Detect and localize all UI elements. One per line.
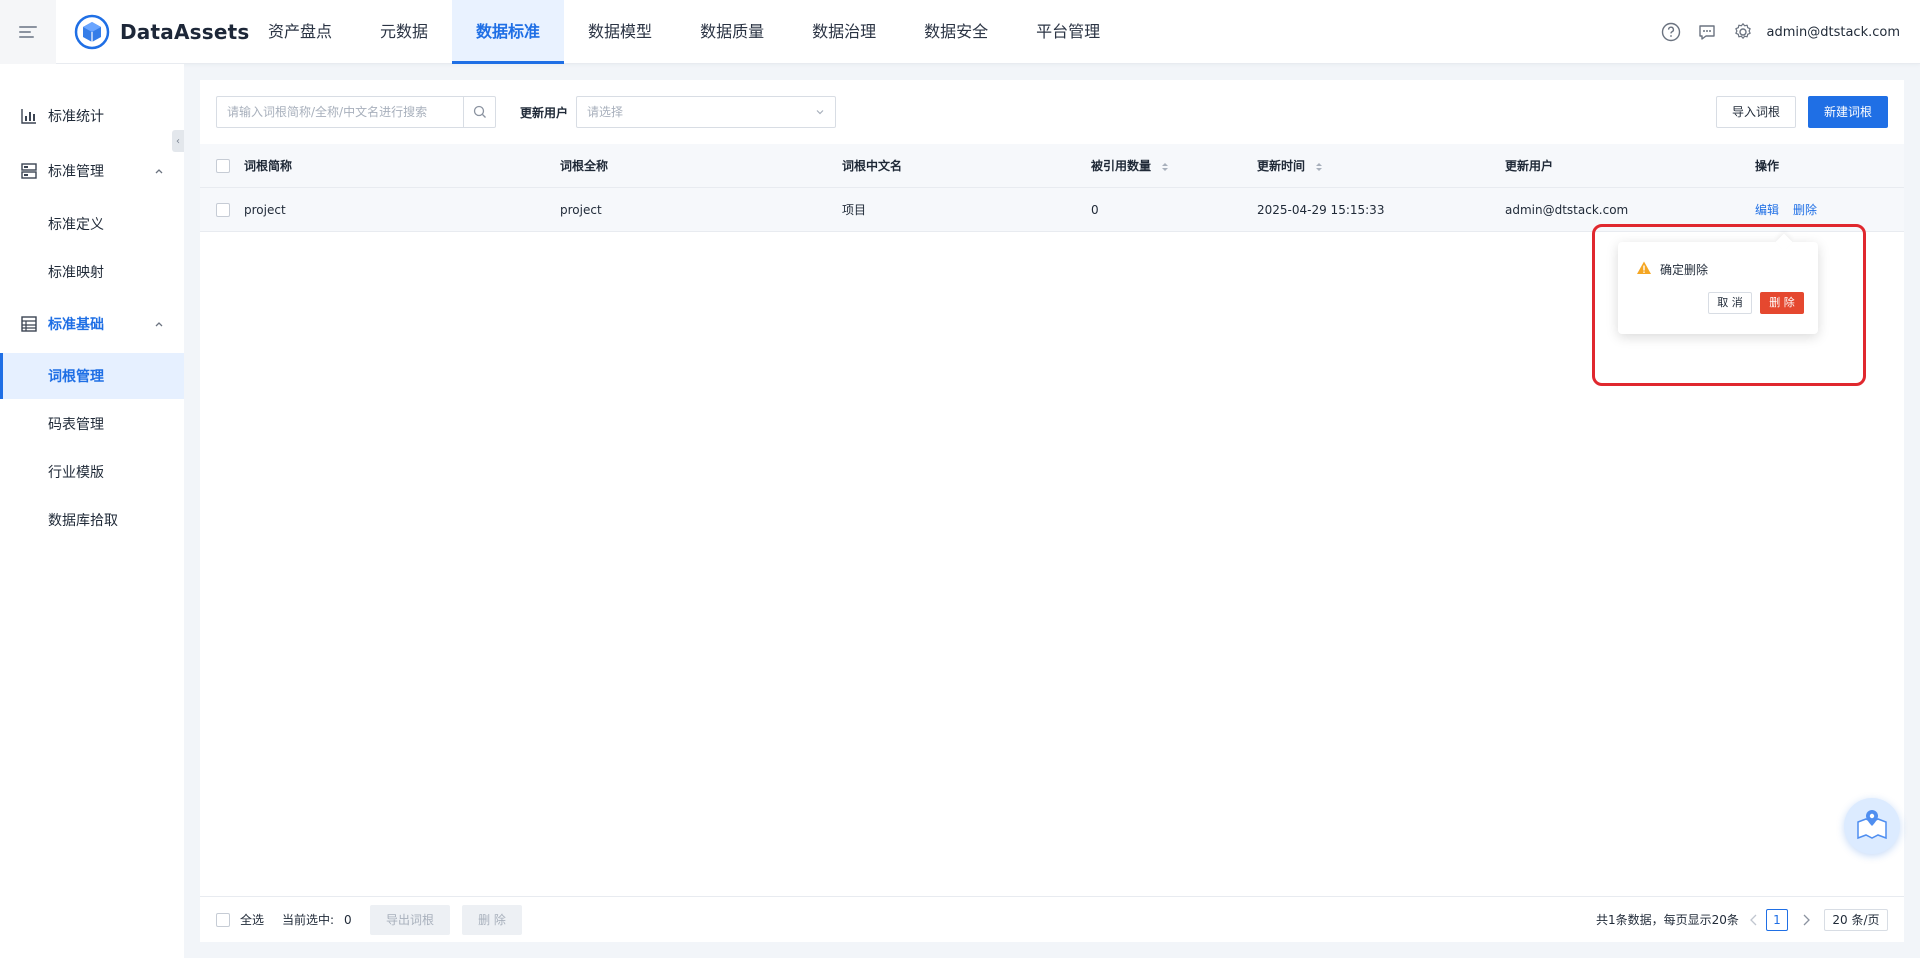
sidebar-item-standard-stats[interactable]: 标准统计	[0, 93, 184, 139]
nav-item-data-governance[interactable]: 数据治理	[788, 0, 900, 64]
nav-item-data-model[interactable]: 数据模型	[564, 0, 676, 64]
column-header-short-name: 词根简称	[244, 159, 293, 173]
cell-full-name: project	[560, 203, 602, 217]
cell-ref-count: 0	[1091, 203, 1099, 217]
pagination-total: 共1条数据，每页显示20条	[1596, 913, 1739, 927]
nav-item-data-standard[interactable]: 数据标准	[452, 0, 565, 64]
gear-icon[interactable]	[1733, 22, 1753, 42]
bar-chart-icon	[21, 109, 36, 124]
search-icon	[473, 105, 486, 118]
select-all-label: 全选	[240, 913, 265, 927]
cell-cn-name: 项目	[842, 203, 867, 217]
import-word-root-button[interactable]: 导入词根	[1716, 96, 1796, 128]
popconfirm-title: 确定删除	[1660, 263, 1709, 277]
export-word-root-button[interactable]: 导出词根	[370, 905, 450, 935]
column-header-label: 更新时间	[1257, 159, 1306, 173]
selected-count-value: 0	[344, 913, 352, 927]
chevron-up-icon	[155, 322, 163, 327]
sidebar-item-standard-mapping[interactable]: 标准映射	[0, 249, 184, 295]
sidebar-item-label: 标准基础	[48, 317, 104, 333]
column-header-updated-at[interactable]: 更新时间	[1257, 144, 1323, 188]
select-all-rows-checkbox[interactable]	[216, 159, 230, 173]
new-word-root-button[interactable]: 新建词根	[1808, 96, 1888, 128]
app-name: DataAssets	[120, 20, 250, 44]
nav-item-data-quality[interactable]: 数据质量	[676, 0, 788, 64]
nav-item-metadata[interactable]: 元数据	[356, 0, 452, 64]
delete-link[interactable]: 删除	[1793, 203, 1817, 217]
sidebar-item-standard-basics[interactable]: 标准基础	[0, 301, 184, 347]
nav-item-asset-inventory[interactable]: 资产盘点	[244, 0, 356, 64]
cube-logo-icon	[74, 14, 110, 50]
sidebar-item-code-table-mgmt[interactable]: 码表管理	[0, 401, 184, 447]
column-header-cn-name: 词根中文名	[842, 159, 903, 173]
row-checkbox[interactable]	[216, 203, 230, 217]
sidebar-item-label: 数据库拾取	[48, 513, 118, 529]
delete-popconfirm: 确定删除 取 消 删 除	[1618, 242, 1818, 334]
top-nav: 资产盘点 元数据 数据标准 数据模型 数据质量 数据治理 数据安全 平台管理	[244, 0, 1124, 64]
column-header-actions: 操作	[1755, 159, 1780, 173]
popconfirm-delete-button[interactable]: 删 除	[1760, 292, 1804, 314]
chevron-left-icon[interactable]	[1748, 913, 1760, 927]
cell-short-name: project	[244, 203, 286, 217]
sidebar-item-database-pick[interactable]: 数据库拾取	[0, 497, 184, 543]
sidebar-item-standard-mgmt[interactable]: 标准管理	[0, 148, 184, 194]
sidebar-item-label: 标准映射	[48, 265, 104, 281]
server-icon	[21, 163, 37, 179]
table-grid-icon	[21, 316, 37, 332]
sidebar-item-label: 词根管理	[48, 369, 104, 385]
select-placeholder: 请选择	[587, 105, 624, 119]
sort-icon[interactable]	[1161, 161, 1169, 173]
help-icon[interactable]	[1661, 22, 1681, 42]
update-user-filter-label: 更新用户	[520, 106, 569, 120]
batch-delete-button[interactable]: 删 除	[462, 905, 522, 935]
nav-item-platform-admin[interactable]: 平台管理	[1012, 0, 1124, 64]
sidebar-item-word-root-mgmt[interactable]: 词根管理	[0, 353, 184, 399]
sidebar-item-industry-template[interactable]: 行业模版	[0, 449, 184, 495]
sort-icon[interactable]	[1315, 161, 1323, 173]
search-box	[216, 96, 496, 128]
update-user-select[interactable]: 请选择	[576, 96, 836, 128]
menu-toggle-button[interactable]	[0, 0, 56, 64]
column-header-label: 被引用数量	[1091, 159, 1152, 173]
selected-count-label: 当前选中:	[282, 913, 335, 927]
cell-updated-at: 2025-04-29 15:15:33	[1257, 203, 1385, 217]
main-panel: 更新用户 请选择 导入词根 新建词根 词根简称 词根全称 词根中文名 被引用数量…	[200, 80, 1904, 942]
floating-guide-button[interactable]	[1844, 798, 1900, 854]
sidebar-item-label: 标准管理	[48, 164, 104, 180]
edit-link[interactable]: 编辑	[1755, 203, 1779, 217]
sidebar-item-standard-definition[interactable]: 标准定义	[0, 201, 184, 247]
page-size-select[interactable]: 20 条/页	[1824, 909, 1888, 931]
top-header: DataAssets 资产盘点 元数据 数据标准 数据模型 数据质量 数据治理 …	[0, 0, 1920, 64]
nav-item-data-security[interactable]: 数据安全	[900, 0, 1012, 64]
header-actions: admin@dtstack.com	[1645, 0, 1901, 64]
sidebar-item-label: 标准统计	[48, 109, 104, 125]
chevron-right-icon[interactable]	[1800, 913, 1812, 927]
table-footer: 全选 当前选中: 0 导出词根 删 除 共1条数据，每页显示20条 1 20 条…	[200, 896, 1904, 942]
column-header-updated-by: 更新用户	[1505, 159, 1554, 173]
chevron-up-icon	[155, 169, 163, 174]
sidebar-item-label: 标准定义	[48, 217, 104, 233]
pagination-page-current[interactable]: 1	[1766, 909, 1788, 931]
current-user[interactable]: admin@dtstack.com	[1767, 25, 1901, 40]
warning-icon	[1637, 261, 1651, 274]
table-header: 词根简称 词根全称 词根中文名 被引用数量 更新时间 更新用户 操作	[200, 144, 1904, 188]
column-header-full-name: 词根全称	[560, 159, 609, 173]
hamburger-icon	[19, 23, 37, 41]
app-logo[interactable]: DataAssets	[74, 12, 249, 52]
search-input[interactable]	[217, 97, 465, 127]
message-icon[interactable]	[1697, 22, 1717, 42]
footer-select-all-checkbox[interactable]	[216, 913, 230, 927]
map-guide-icon	[1857, 810, 1887, 840]
sidebar: ‹ 标准统计 标准管理 标准定义 标准映射 标准基础 词根管理 码表管理 行业模…	[0, 64, 184, 958]
search-button[interactable]	[463, 97, 495, 127]
sidebar-item-label: 行业模版	[48, 465, 104, 481]
sidebar-item-label: 码表管理	[48, 417, 104, 433]
chevron-down-icon	[816, 110, 824, 115]
popconfirm-cancel-button[interactable]: 取 消	[1708, 292, 1752, 314]
column-header-ref-count[interactable]: 被引用数量	[1091, 144, 1169, 188]
